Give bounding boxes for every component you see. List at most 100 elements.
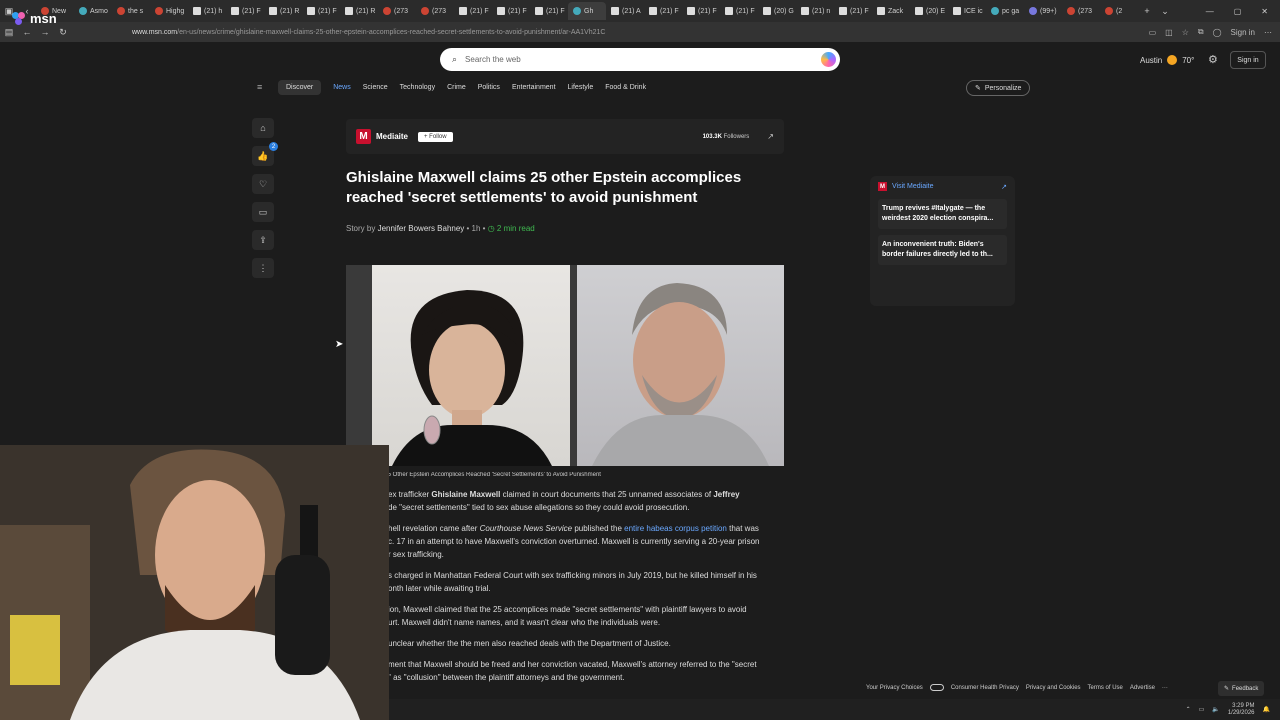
rail-comment-button[interactable]: ▭ (252, 202, 274, 222)
browser-tab[interactable]: (21) F (720, 2, 758, 20)
follow-button[interactable]: + Follow (418, 131, 453, 142)
browser-tab[interactable]: (21) F (834, 2, 872, 20)
browser-tab[interactable]: ICE ic (948, 2, 986, 20)
copilot-icon[interactable] (821, 52, 836, 67)
hamburger-menu-icon[interactable]: ≡ (257, 82, 262, 92)
nav-item-politics[interactable]: Politics (472, 81, 506, 94)
thumbs-up-icon: 👍 (257, 150, 269, 161)
notification-icon[interactable]: 🔔 (1263, 706, 1270, 713)
browser-tab[interactable]: (21) A (606, 2, 644, 20)
rail-dislike-button[interactable]: ♡ (252, 174, 274, 194)
msn-logo[interactable]: msn (12, 11, 57, 26)
weather-widget[interactable]: Austin 70° (1140, 55, 1194, 65)
tab-label: (273 (394, 7, 409, 15)
reading-view-icon[interactable]: ▭ (1149, 28, 1157, 37)
tab-label: (21) F (546, 7, 565, 15)
settings-gear-icon[interactable]: ⚙ (1208, 53, 1218, 66)
rail-home-button[interactable]: ⌂ (252, 118, 274, 138)
browser-tab[interactable]: (21) F (682, 2, 720, 20)
privacy-cookies-link[interactable]: Privacy and Cookies (1026, 685, 1081, 691)
nav-item-technology[interactable]: Technology (394, 81, 441, 94)
terms-link[interactable]: Terms of Use (1088, 685, 1123, 691)
msn-signin-button[interactable]: Sign in (1230, 51, 1266, 69)
browser-tab[interactable]: (99+) (1024, 2, 1062, 20)
habeas-petition-link[interactable]: entire habeas corpus petition (624, 524, 727, 533)
p1-text-b: claimed in court documents that 25 unnam… (500, 490, 714, 499)
tab-label: Asmo (90, 7, 108, 15)
browser-tab[interactable]: Zack (872, 2, 910, 20)
refresh-icon[interactable]: ↻ (54, 27, 72, 38)
browser-tab[interactable]: (21) F (644, 2, 682, 20)
publisher-mini-logo: M (878, 182, 887, 191)
browser-tab[interactable]: (21) F (302, 2, 340, 20)
address-bar: ▤ ← → ↻ www.msn.com/en-us/news/crime/ghi… (0, 22, 1280, 42)
minimize-icon[interactable]: — (1206, 7, 1214, 16)
nav-item-food-drink[interactable]: Food & Drink (599, 81, 652, 94)
rail-more-button[interactable]: ⋮ (252, 258, 274, 278)
profile-signin[interactable]: Sign in (1231, 28, 1255, 37)
privacy-choices-link[interactable]: Your Privacy Choices (866, 685, 923, 691)
maxwell-link[interactable]: Ghislaine Maxwell (431, 490, 500, 499)
browser-menu-icon[interactable]: ⋯ (1264, 28, 1272, 37)
browser-tab[interactable]: Gh (568, 2, 606, 20)
forward-icon[interactable]: → (36, 27, 54, 37)
related-story[interactable]: Trump revives #Italygate — the weirdest … (878, 199, 1007, 229)
visit-publisher-link[interactable]: M Visit Mediaite ↗ (878, 182, 1007, 191)
rail-like-button[interactable]: 👍 2 (252, 142, 278, 166)
browser-tab[interactable]: (20) E (910, 2, 948, 20)
browser-tab[interactable]: (273 (416, 2, 454, 20)
tab-label: (21) F (850, 7, 869, 15)
system-clock[interactable]: 3:29 PM 1/29/2026 (1228, 703, 1255, 717)
url-field[interactable]: www.msn.com/en-us/news/crime/ghislaine-m… (132, 29, 605, 36)
jeffrey-link[interactable]: Jeffrey (713, 490, 739, 499)
nav-item-lifestyle[interactable]: Lifestyle (562, 81, 600, 94)
consumer-health-link[interactable]: Consumer Health Privacy (951, 685, 1019, 691)
publisher-name[interactable]: Mediaite (376, 132, 408, 141)
maximize-icon[interactable]: ▢ (1234, 7, 1242, 16)
advertise-link[interactable]: Advertise (1130, 685, 1155, 691)
split-screen-icon[interactable]: ◫ (1165, 28, 1173, 37)
browser-tab[interactable]: (21) F (454, 2, 492, 20)
tray-chevron-icon[interactable]: ⌃ (1186, 706, 1191, 713)
nav-item-crime[interactable]: Crime (441, 81, 472, 94)
browser-tab[interactable]: (21) F (226, 2, 264, 20)
author-link[interactable]: Jennifer Bowers Bahney (378, 224, 465, 233)
rail-share-button[interactable]: ⇪ (252, 230, 274, 250)
sidebar-toggle-icon[interactable]: ▤ (0, 27, 18, 38)
browser-tab[interactable]: Asmo (74, 2, 112, 20)
nav-item-discover[interactable]: Discover (278, 80, 322, 95)
browser-tab[interactable]: (273 (1062, 2, 1100, 20)
browser-tab[interactable]: (21) n (796, 2, 834, 20)
browser-tab[interactable]: pc ga (986, 2, 1024, 20)
favorite-star-icon[interactable]: ☆ (1182, 28, 1189, 37)
browser-tab[interactable]: (21) R (340, 2, 378, 20)
external-link-icon[interactable]: ↗ (1001, 183, 1007, 191)
browser-tab[interactable]: (20) G (758, 2, 796, 20)
open-external-icon[interactable]: ↗ (767, 132, 774, 141)
network-icon[interactable]: ▭ (1199, 706, 1205, 713)
browser-tab[interactable]: (21) h (188, 2, 226, 20)
search-input[interactable]: ⌕ Search the web (440, 48, 840, 71)
related-story[interactable]: An inconvenient truth: Biden's border fa… (878, 235, 1007, 265)
browser-tab[interactable]: (2 (1100, 2, 1138, 20)
browser-tab[interactable]: (21) F (530, 2, 568, 20)
footer-more-icon[interactable]: ··· (1162, 685, 1168, 691)
extensions-icon[interactable]: ⧉ (1198, 27, 1204, 37)
browser-tab[interactable]: (21) R (264, 2, 302, 20)
close-window-icon[interactable]: ✕ (1261, 7, 1268, 16)
profile-icon[interactable]: ◯ (1213, 28, 1222, 37)
volume-icon[interactable]: 🔈 (1212, 706, 1219, 713)
back-icon[interactable]: ← (18, 27, 36, 37)
browser-tab[interactable]: (273 (378, 2, 416, 20)
personalize-button[interactable]: ✎ Personalize (966, 80, 1031, 96)
nav-item-science[interactable]: Science (357, 81, 394, 94)
browser-tab[interactable]: Highg (150, 2, 188, 20)
browser-tab[interactable]: (21) F (492, 2, 530, 20)
nav-item-news[interactable]: News (327, 81, 357, 94)
new-tab-icon[interactable]: + (1138, 6, 1156, 16)
feedback-button[interactable]: ✎ Feedback (1218, 681, 1265, 696)
publisher-logo[interactable]: M (356, 129, 371, 144)
tab-list-chevron-icon[interactable]: ⌄ (1156, 6, 1174, 17)
nav-item-entertainment[interactable]: Entertainment (506, 81, 562, 94)
browser-tab[interactable]: the s (112, 2, 150, 20)
